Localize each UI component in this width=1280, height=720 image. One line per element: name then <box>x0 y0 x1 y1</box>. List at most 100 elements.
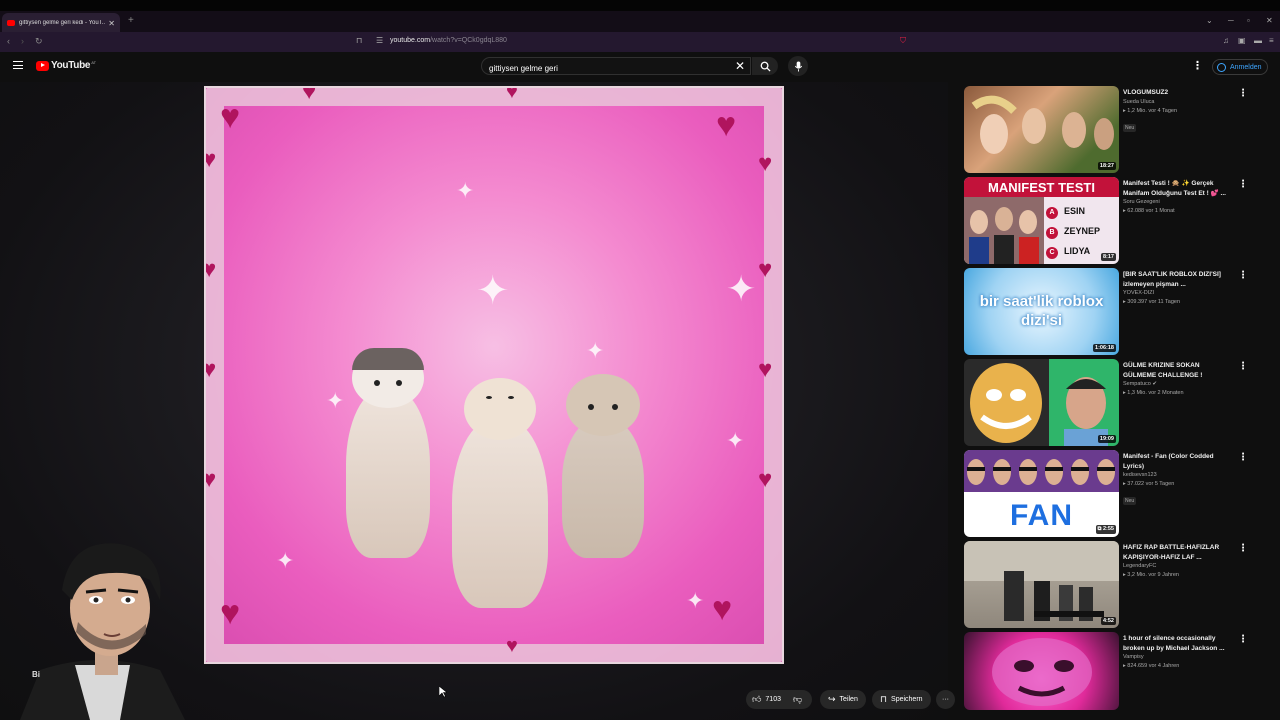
video-player[interactable]: ♥ ♥ ♥ ♥ ♥ ♥ ♥ ♥ ♥ ♥ ♥ ♥ ♥ ♥ ♥ ✦ ✦ ✦ ✦ ✦ … <box>204 86 784 664</box>
video-duration: 1:06:18 <box>1093 344 1116 352</box>
search-button[interactable] <box>752 57 778 75</box>
channel-name[interactable]: LegendaryFC <box>1123 562 1233 571</box>
video-stats: ▸ 824.659 vor 4 Jahren <box>1123 663 1180 669</box>
video-title[interactable]: VLOGUMSUZ2 <box>1123 88 1233 98</box>
video-thumbnail[interactable]: FAN ⧉ 2:55 <box>964 450 1119 537</box>
video-thumbnail[interactable]: MANIFEST TESTI A ESIN B ZEYNEP C LIDYA 8:17 <box>964 177 1119 264</box>
video-title[interactable]: Manifest - Fan (Color Codded Lyrics) <box>1123 452 1233 471</box>
like-icon[interactable]: 👍︎ <box>752 694 761 705</box>
forward-icon[interactable]: › <box>21 36 24 46</box>
search-box: ✕ <box>481 57 751 77</box>
close-tab-icon[interactable]: ✕ <box>108 19 115 28</box>
thumb-option-a: ESIN <box>1064 206 1086 216</box>
thumbnail-face-image <box>992 638 1092 706</box>
sidebar-toggle-icon[interactable]: ▣ <box>1238 36 1246 45</box>
address-bar: ‹ › ↻ ⊓ ☰ youtube.com/watch?v=QCk0gdqL88… <box>0 32 1280 52</box>
minimize-icon[interactable]: ─ <box>1228 16 1234 25</box>
stats-text: 62.088 vor 1 Monat <box>1127 208 1175 214</box>
heart-decoration-icon: ♥ <box>712 590 733 628</box>
sign-in-button[interactable]: Anmelden <box>1212 59 1268 75</box>
item-menu-icon[interactable]: ⋮ <box>1238 88 1248 99</box>
reload-icon[interactable]: ↻ <box>35 36 43 47</box>
like-dislike-group: 👍︎ 7103 👎︎ <box>746 690 812 709</box>
streamer-avatar-overlay: Bi <box>0 530 200 720</box>
channel-name[interactable]: Sueda Ulucа <box>1123 98 1233 107</box>
stats-text: 37.022 vor 5 Tagen <box>1127 481 1175 487</box>
video-title[interactable]: 1 hour of silence occasionally broken up… <box>1123 634 1233 653</box>
voice-search-button[interactable] <box>788 56 808 76</box>
bookmark-icon[interactable]: ⊓ <box>356 36 362 45</box>
sparkle-icon: ✦ <box>326 388 345 413</box>
stats-text: 1,3 Mio. vor 2 Monaten <box>1127 390 1184 396</box>
item-menu-icon[interactable]: ⋮ <box>1238 179 1248 190</box>
sparkle-icon: ✦ <box>276 548 295 573</box>
cat-head <box>464 378 536 440</box>
sign-in-label: Anmelden <box>1230 63 1262 71</box>
item-menu-icon[interactable]: ⋮ <box>1238 634 1248 645</box>
streamer-avatar-icon <box>20 543 185 720</box>
save-icon: ⊓ <box>880 694 888 704</box>
video-stats: ▸ 1,2 Mio. vor 4 Tagen <box>1123 107 1178 114</box>
music-icon[interactable]: ♫ <box>1223 36 1229 45</box>
item-menu-icon[interactable]: ⋮ <box>1238 452 1248 463</box>
channel-name[interactable]: Sempatuco ✔ <box>1123 380 1233 389</box>
item-menu-icon[interactable]: ⋮ <box>1238 361 1248 372</box>
video-title[interactable]: [BIR SAAT'LIK ROBLOX DIZI'SI] izlemeyen … <box>1123 270 1233 289</box>
logo-region: AT <box>91 60 97 65</box>
video-thumbnail[interactable]: bir saat'lik roblox dizi'si 1:06:18 <box>964 268 1119 355</box>
video-title[interactable]: GÜLME KRIZINE SOKAN GÜLMEME CHALLENGE ! <box>1123 361 1233 380</box>
maximize-icon[interactable]: ▫ <box>1247 16 1250 25</box>
youtube-logo[interactable]: YouTube AT <box>36 60 96 71</box>
site-settings-icon[interactable]: ☰ <box>376 36 383 45</box>
mouse-cursor-icon <box>439 686 447 698</box>
tab-list-icon[interactable]: ⌄ <box>1206 16 1213 25</box>
channel-name[interactable]: kedisevsn123 <box>1123 471 1233 480</box>
wallet-icon[interactable]: ▬ <box>1254 36 1262 45</box>
heart-decoration-icon: ♥ <box>758 466 773 493</box>
heart-decoration-icon: ♥ <box>206 148 216 172</box>
item-menu-icon[interactable]: ⋮ <box>1238 543 1248 554</box>
video-stats: ▸ 1,3 Mio. vor 2 Monaten <box>1123 390 1184 396</box>
clear-search-icon[interactable]: ✕ <box>735 59 745 73</box>
video-thumbnail[interactable] <box>964 632 1119 710</box>
video-duration: 4:52 <box>1100 617 1116 625</box>
url-host: youtube.com <box>390 37 431 44</box>
video-title[interactable]: Manifest Testi ! 🙊 ✨ Gerçek Manifam Oldu… <box>1123 179 1233 198</box>
back-icon[interactable]: ‹ <box>7 36 10 46</box>
share-label: Teilen <box>839 696 858 703</box>
brave-shield-icon[interactable]: ⛉ <box>900 36 906 46</box>
channel-name[interactable]: Vampisy <box>1123 653 1233 662</box>
video-title[interactable]: HAFIZ RAP BATTLE-HAFIZLAR KAPIŞIYOR-HAFI… <box>1123 543 1233 562</box>
thumbnail-scene-image <box>964 541 1119 621</box>
overlay-text: Bi <box>32 670 40 679</box>
share-button[interactable]: ↪ Teilen <box>820 690 866 709</box>
video-stats: ▸ 309.397 vor 11 Tagen <box>1123 299 1180 305</box>
browser-menu-icon[interactable]: ≡ <box>1269 36 1274 45</box>
settings-menu-icon[interactable]: ⋮ <box>1192 59 1203 72</box>
like-count[interactable]: 7103 <box>765 696 781 703</box>
thumbnail-people-image <box>971 95 1114 154</box>
video-duration: 8:17 <box>1100 253 1116 261</box>
guide-menu-icon[interactable] <box>13 61 23 69</box>
dislike-icon[interactable]: 👎︎ <box>793 694 802 705</box>
new-tab-icon[interactable]: + <box>128 15 134 26</box>
channel-name[interactable]: YOVEX-DIZI <box>1123 289 1233 298</box>
channel-name[interactable]: Soru Gezegeni <box>1123 198 1233 207</box>
sparkle-icon: ✦ <box>726 268 757 309</box>
save-button[interactable]: ⊓ Speichern <box>872 690 931 709</box>
browser-tab[interactable]: gittiysen gelme geri kedi - YouT... ✕ <box>2 13 120 33</box>
video-thumbnail[interactable]: 18:27 <box>964 86 1119 173</box>
more-actions-button[interactable]: ··· <box>936 690 955 709</box>
youtube-header: YouTube AT ✕ ⋮ Anmelden <box>0 52 1280 82</box>
search-icon <box>760 61 771 72</box>
video-thumbnail[interactable]: 19:09 <box>964 359 1119 446</box>
search-input[interactable] <box>482 60 712 77</box>
new-badge: Neu <box>1123 497 1137 505</box>
sparkle-icon: ✦ <box>726 428 745 453</box>
account-icon <box>1217 62 1226 72</box>
video-thumbnail[interactable]: 4:52 <box>964 541 1119 628</box>
close-window-icon[interactable]: ✕ <box>1266 16 1273 25</box>
item-menu-icon[interactable]: ⋮ <box>1238 270 1248 281</box>
video-stats: ▸ 3,2 Mio. vor 9 Jahren <box>1123 572 1179 578</box>
url-field[interactable]: youtube.com/watch?v=QCk0gdqL880 <box>390 37 507 44</box>
